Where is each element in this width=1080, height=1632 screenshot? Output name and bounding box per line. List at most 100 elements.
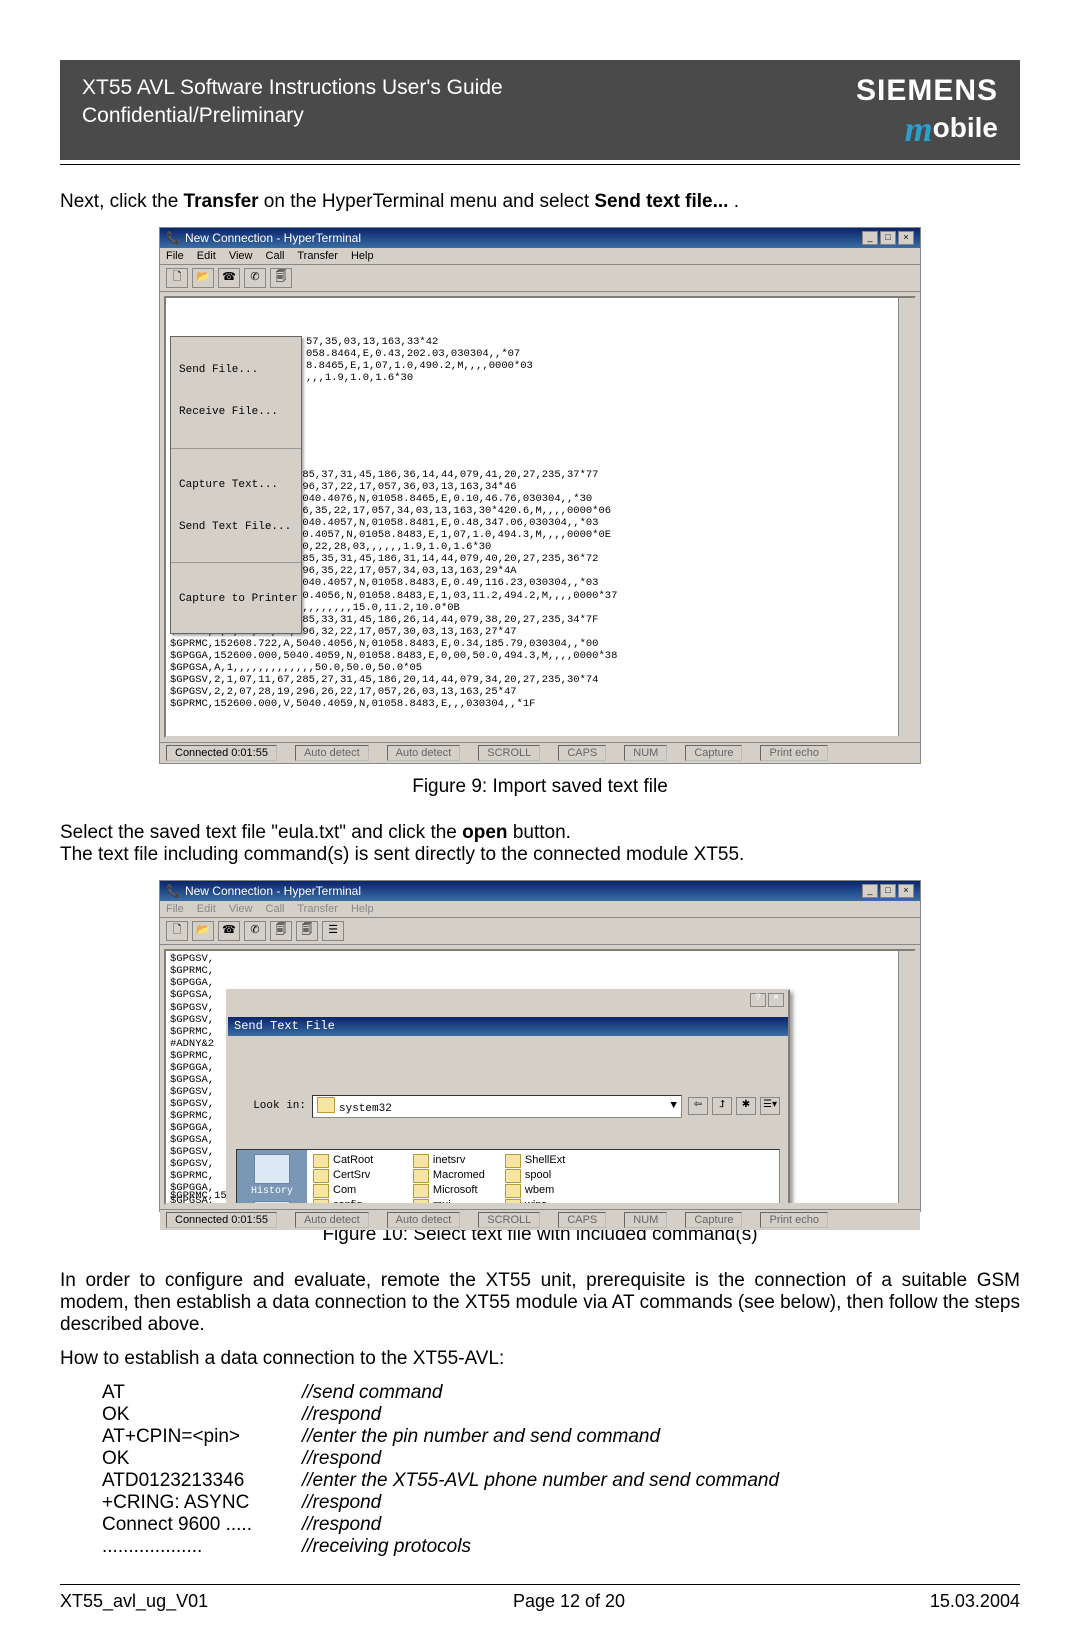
place-desktop[interactable]: Desktop xyxy=(251,1201,293,1205)
status-connected: Connected 0:01:55 xyxy=(166,745,277,761)
menu-view[interactable]: View xyxy=(229,903,253,915)
command-text: AT xyxy=(102,1382,302,1404)
menu-transfer[interactable]: Transfer xyxy=(297,903,338,915)
menu-call[interactable]: Call xyxy=(266,250,285,262)
status-scroll: SCROLL xyxy=(478,745,540,761)
dialog-help-button[interactable]: ? xyxy=(750,993,766,1007)
command-row: ATD0123213346//enter the XT55-AVL phone … xyxy=(102,1470,1020,1492)
status-autodetect2: Auto detect xyxy=(387,745,461,761)
command-row: Connect 9600 .....//respond xyxy=(102,1514,1020,1536)
menu-help[interactable]: Help xyxy=(351,250,374,262)
status-caps: CAPS xyxy=(558,745,606,761)
toolbar-new-icon[interactable]: 🗋 xyxy=(166,268,188,288)
status-scroll: SCROLL xyxy=(478,1212,540,1228)
command-comment: //receiving protocols xyxy=(302,1536,471,1558)
document-header: XT55 AVL Software Instructions User's Gu… xyxy=(60,60,1020,160)
newfolder-icon[interactable]: ✱ xyxy=(736,1097,756,1115)
lookin-label: Look in: xyxy=(236,1100,306,1113)
folder-icon xyxy=(413,1169,429,1183)
minimize-button[interactable]: _ xyxy=(862,231,878,245)
toolbar-disconnect-icon[interactable]: ✆ xyxy=(244,268,266,288)
status-num: NUM xyxy=(624,1212,667,1228)
file-item[interactable]: Macromed xyxy=(413,1169,485,1183)
menu-send-file[interactable]: Send File... xyxy=(171,362,301,379)
file-item[interactable]: Microsoft xyxy=(413,1184,485,1198)
toolbar-recv-icon[interactable]: 🗐 xyxy=(296,921,318,941)
menu-send-text-file[interactable]: Send Text File... xyxy=(171,519,301,536)
figure9-screenshot: 📞New Connection - HyperTerminal _ □ × Fi… xyxy=(159,227,921,764)
status-connected: Connected 0:01:55 xyxy=(166,1212,277,1228)
close-button[interactable]: × xyxy=(898,231,914,245)
lookin-dropdown[interactable]: system32 ▼ xyxy=(312,1095,682,1118)
menu-transfer[interactable]: Transfer xyxy=(297,250,338,262)
toolbar-props-icon[interactable]: 🗐 xyxy=(270,268,292,288)
toolbar-disconnect-icon[interactable]: ✆ xyxy=(244,921,266,941)
footer-left: XT55_avl_ug_V01 xyxy=(60,1591,208,1612)
maximize-button[interactable]: □ xyxy=(880,231,896,245)
footer-center: Page 12 of 20 xyxy=(513,1591,625,1612)
status-printecho: Print echo xyxy=(760,745,828,761)
command-row: AT//send command xyxy=(102,1382,1020,1404)
folder-icon xyxy=(313,1199,329,1205)
file-item[interactable]: wins xyxy=(505,1199,565,1205)
menu-bar: File Edit View Call Transfer Help xyxy=(160,901,920,918)
scrollbar[interactable] xyxy=(898,298,914,736)
scrollbar[interactable] xyxy=(898,951,914,1203)
mid-paragraph: Select the saved text file "eula.txt" an… xyxy=(60,822,1020,866)
dialog-close-button[interactable]: × xyxy=(768,993,784,1007)
up-icon[interactable]: ⮥ xyxy=(712,1097,732,1115)
command-row: OK//respond xyxy=(102,1448,1020,1470)
command-text: OK xyxy=(102,1404,302,1426)
window-title: New Connection - HyperTerminal xyxy=(185,231,361,245)
menu-receive-file[interactable]: Receive File... xyxy=(171,404,301,421)
menu-file[interactable]: File xyxy=(166,250,184,262)
close-button[interactable]: × xyxy=(898,884,914,898)
file-item[interactable]: ShellExt xyxy=(505,1154,565,1168)
menu-call[interactable]: Call xyxy=(266,903,285,915)
menu-view[interactable]: View xyxy=(229,250,253,262)
command-comment: //enter the XT55-AVL phone number and se… xyxy=(302,1470,779,1492)
window-titlebar: 📞New Connection - HyperTerminal _ □ × xyxy=(160,881,920,901)
toolbar-connect-icon[interactable]: ☎ xyxy=(218,921,240,941)
file-item[interactable]: Com xyxy=(313,1184,393,1198)
command-comment: //respond xyxy=(302,1404,381,1426)
toolbar-connect-icon[interactable]: ☎ xyxy=(218,268,240,288)
menu-capture-printer[interactable]: Capture to Printer xyxy=(171,591,301,608)
toolbar-new-icon[interactable]: 🗋 xyxy=(166,921,188,941)
toolbar-props-icon[interactable]: ☰ xyxy=(322,921,344,941)
menu-help[interactable]: Help xyxy=(351,903,374,915)
status-bar: Connected 0:01:55 Auto detect Auto detec… xyxy=(160,1209,920,1230)
command-text: Connect 9600 ..... xyxy=(102,1514,302,1536)
minimize-button[interactable]: _ xyxy=(862,884,878,898)
toolbar-open-icon[interactable]: 📂 xyxy=(192,921,214,941)
folder-icon xyxy=(313,1169,329,1183)
file-item[interactable]: CatRoot xyxy=(313,1154,393,1168)
menu-capture-text[interactable]: Capture Text... xyxy=(171,477,301,494)
file-item[interactable]: CertSrv xyxy=(313,1169,393,1183)
file-item[interactable]: mui xyxy=(413,1199,485,1205)
doc-title-1: XT55 AVL Software Instructions User's Gu… xyxy=(82,74,503,102)
views-icon[interactable]: ☰▾ xyxy=(760,1097,780,1115)
transfer-menu-open: Send File... Receive File... Capture Tex… xyxy=(170,336,302,633)
command-comment: //respond xyxy=(302,1514,381,1536)
toolbar: 🗋 📂 ☎ ✆ 🗐 🗐 ☰ xyxy=(160,918,920,945)
toolbar-send-icon[interactable]: 🗐 xyxy=(270,921,292,941)
file-item[interactable]: wbem xyxy=(505,1184,565,1198)
menu-edit[interactable]: Edit xyxy=(197,903,216,915)
terminal-output: $GPGSV, $GPRMC, $GPGGA, $GPGSA, $GPGSV, … xyxy=(164,949,916,1205)
command-text: ................... xyxy=(102,1536,302,1558)
window-titlebar: 📞New Connection - HyperTerminal _ □ × xyxy=(160,228,920,248)
file-item[interactable]: config xyxy=(313,1199,393,1205)
back-icon[interactable]: ⇦ xyxy=(688,1097,708,1115)
menu-edit[interactable]: Edit xyxy=(197,250,216,262)
command-comment: //respond xyxy=(302,1448,381,1470)
howto-heading: How to establish a data connection to th… xyxy=(60,1348,1020,1370)
file-item[interactable]: spool xyxy=(505,1169,565,1183)
maximize-button[interactable]: □ xyxy=(880,884,896,898)
place-history[interactable]: History xyxy=(251,1154,293,1198)
command-row: OK//respond xyxy=(102,1404,1020,1426)
file-item[interactable]: inetsrv xyxy=(413,1154,485,1168)
menu-file[interactable]: File xyxy=(166,903,184,915)
command-comment: //enter the pin number and send command xyxy=(302,1426,660,1448)
toolbar-open-icon[interactable]: 📂 xyxy=(192,268,214,288)
